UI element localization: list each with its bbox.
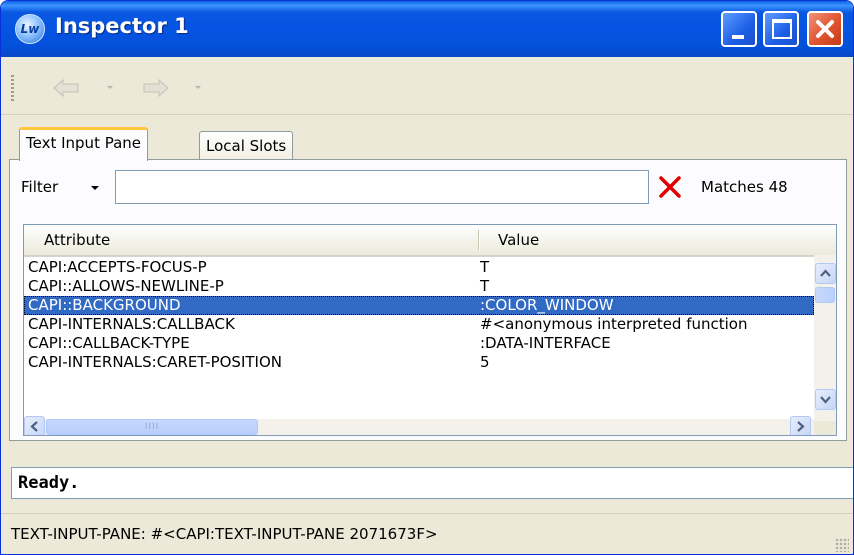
tab-local-slots[interactable]: Local Slots <box>199 131 294 161</box>
match-count: Matches 48 <box>701 178 788 196</box>
back-arrow-icon <box>53 79 79 97</box>
attribute-cell: CAPI::BACKGROUND <box>28 296 181 314</box>
value-cell: #<anonymous interpreted function <box>480 315 748 333</box>
tab-strip: Text Input Pane Local Slots <box>1 127 853 161</box>
attribute-cell: CAPI:ACCEPTS-FOCUS-P <box>28 258 207 276</box>
scroll-right-button[interactable] <box>790 416 811 435</box>
status-bar: TEXT-INPUT-PANE: #<CAPI:TEXT-INPUT-PANE … <box>1 513 853 554</box>
value-cell: T <box>480 277 490 295</box>
column-divider[interactable] <box>478 230 479 250</box>
value-cell: 5 <box>480 353 490 371</box>
chevron-left-icon <box>30 421 38 432</box>
filter-input[interactable] <box>115 170 649 204</box>
close-icon <box>816 20 834 38</box>
list-header: Attribute Value <box>24 225 836 257</box>
back-button[interactable] <box>53 79 79 97</box>
table-row[interactable]: CAPI-INTERNALS:CARET-POSITION 5 <box>24 353 814 372</box>
column-header-value[interactable]: Value <box>498 225 539 255</box>
table-row[interactable]: CAPI::ALLOWS-NEWLINE-P T <box>24 277 814 296</box>
attribute-list: Attribute Value CAPI:ACCEPTS-FOCUS-P T C… <box>23 224 837 436</box>
message-area: Ready. <box>11 467 853 499</box>
forward-arrow-icon <box>143 79 169 97</box>
minimize-button[interactable] <box>721 11 757 47</box>
minimize-icon <box>732 35 744 39</box>
table-row[interactable]: CAPI:ACCEPTS-FOCUS-P T <box>24 258 814 277</box>
table-row-selected[interactable]: CAPI::BACKGROUND :COLOR_WINDOW <box>24 296 814 315</box>
attribute-cell: CAPI::ALLOWS-NEWLINE-P <box>28 277 224 295</box>
value-cell: :DATA-INTERFACE <box>480 334 611 352</box>
table-row[interactable]: CAPI::CALLBACK-TYPE :DATA-INTERFACE <box>24 334 814 353</box>
filter-menu-button[interactable]: Filter <box>21 173 58 201</box>
app-icon: Lw <box>15 14 45 44</box>
resize-grip-icon[interactable] <box>835 538 849 552</box>
attribute-cell: CAPI-INTERNALS:CARET-POSITION <box>28 353 282 371</box>
filter-dropdown-icon[interactable] <box>91 186 99 190</box>
horizontal-scrollbar[interactable]: IIII <box>24 416 814 435</box>
table-row[interactable]: CAPI-INTERNALS:CALLBACK #<anonymous inte… <box>24 315 814 334</box>
window-title: Inspector 1 <box>55 14 189 38</box>
maximize-icon <box>772 19 792 39</box>
close-button[interactable] <box>807 11 843 47</box>
column-header-attribute[interactable]: Attribute <box>44 225 110 255</box>
scroll-left-button[interactable] <box>24 416 45 435</box>
value-cell: :COLOR_WINDOW <box>480 296 614 314</box>
attribute-cell: CAPI::CALLBACK-TYPE <box>28 334 190 352</box>
clear-filter-icon[interactable] <box>657 174 683 200</box>
scroll-up-button[interactable] <box>815 263 836 284</box>
vertical-scrollbar[interactable] <box>814 255 836 421</box>
attribute-cell: CAPI-INTERNALS:CALLBACK <box>28 315 235 333</box>
toolbar <box>1 57 853 115</box>
chevron-up-icon <box>820 269 831 277</box>
forward-dropdown-icon[interactable] <box>195 86 201 89</box>
vertical-scroll-thumb[interactable] <box>815 287 835 303</box>
tab-text-input-pane[interactable]: Text Input Pane <box>19 127 149 161</box>
forward-button[interactable] <box>143 79 169 97</box>
scroll-down-button[interactable] <box>815 389 836 410</box>
maximize-button[interactable] <box>763 11 799 47</box>
scrollbar-corner <box>814 421 836 435</box>
inspector-window: Lw Inspector 1 Text Input Pane Local Slo… <box>0 0 854 555</box>
value-cell: T <box>480 258 490 276</box>
status-text: TEXT-INPUT-PANE: #<CAPI:TEXT-INPUT-PANE … <box>11 525 438 543</box>
chevron-right-icon <box>797 421 805 432</box>
toolbar-grip[interactable] <box>11 75 14 101</box>
back-dropdown-icon[interactable] <box>107 86 113 89</box>
title-bar[interactable]: Lw Inspector 1 <box>1 1 853 57</box>
list-rows: CAPI:ACCEPTS-FOCUS-P T CAPI::ALLOWS-NEWL… <box>24 258 814 372</box>
horizontal-scroll-thumb[interactable]: IIII <box>46 419 258 435</box>
chevron-down-icon <box>820 396 831 404</box>
